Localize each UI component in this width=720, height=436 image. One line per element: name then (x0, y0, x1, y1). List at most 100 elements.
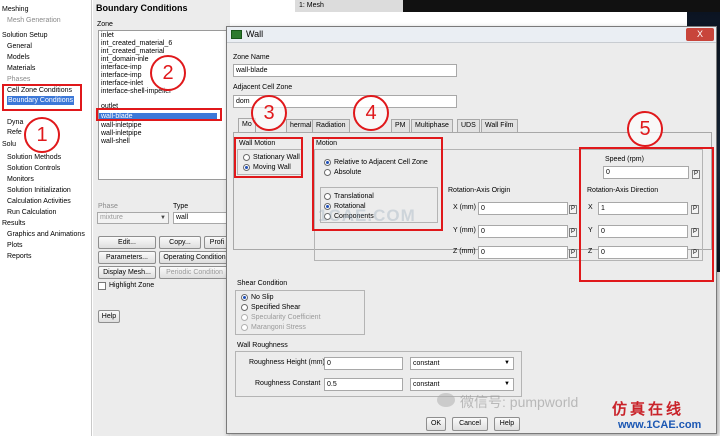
rao-z-field[interactable]: 0 (478, 246, 568, 259)
rao-z-label: Z (mm) (453, 248, 476, 255)
tree-solution-controls[interactable]: Solution Controls (7, 164, 60, 173)
list-item[interactable]: wall-inletpipe (101, 130, 141, 138)
tree-graphics-animations[interactable]: Graphics and Animations (7, 230, 85, 239)
specified-shear-label: Specified Shear (251, 304, 301, 311)
tree-monitors[interactable]: Monitors (7, 175, 34, 184)
tree-reports[interactable]: Reports (7, 252, 32, 261)
tree-results[interactable]: Results (2, 219, 25, 228)
specularity-label: Specularity Coefficient (251, 314, 321, 321)
help-button[interactable]: Help (494, 417, 520, 431)
rao-x-field[interactable]: 0 (478, 202, 568, 215)
help-button[interactable]: Help (98, 310, 120, 323)
phase-value: mixture (100, 214, 123, 221)
mesh-window-tab[interactable]: 1: Mesh (295, 0, 403, 12)
fluent-icon (231, 30, 242, 39)
rotation-axis-origin-label: Rotation-Axis Origin (448, 187, 511, 194)
watermark-center: 1CAE.COM (318, 206, 416, 225)
tree-materials[interactable]: Materials (7, 64, 35, 73)
watermark-brand: 仿真在线 (612, 400, 685, 418)
specified-shear-radio[interactable] (241, 304, 248, 311)
adjacent-cell-zone-label: Adjacent Cell Zone (233, 84, 293, 91)
marangoni-radio[interactable] (241, 324, 248, 331)
type-label: Type (173, 203, 189, 210)
list-item[interactable]: interface-inlet (101, 80, 143, 88)
wechat-icon (437, 393, 455, 407)
tree-meshing[interactable]: Meshing (2, 5, 28, 14)
tree-solution-methods[interactable]: Solution Methods (7, 153, 61, 162)
rao-x-parameter-button[interactable]: P (569, 205, 577, 214)
ok-button[interactable]: OK (426, 417, 446, 431)
list-item[interactable]: int_domain-inle (101, 56, 148, 64)
parameters-button[interactable]: Parameters... (98, 251, 156, 264)
dialog-titlebar[interactable]: Wall X (227, 27, 716, 43)
list-item[interactable]: int_created_material (101, 48, 164, 56)
no-slip-label: No Slip (251, 294, 274, 301)
type-value: wall (176, 214, 189, 221)
tree-models[interactable]: Models (7, 53, 30, 62)
roughness-height-method-value: constant (413, 360, 440, 367)
phase-select[interactable]: mixture ▼ (97, 212, 169, 224)
tree-reference-values[interactable]: Refe (7, 128, 22, 137)
tab-uds[interactable]: UDS (457, 119, 480, 132)
copy-button[interactable]: Copy... (159, 236, 201, 249)
close-button[interactable]: X (686, 28, 714, 41)
annotation-badge-4: 4 (353, 95, 389, 131)
no-slip-radio[interactable] (241, 294, 248, 301)
tree-general[interactable]: General (7, 42, 32, 51)
highlight-zone-checkbox[interactable] (98, 282, 106, 290)
shear-condition-label: Shear Condition (237, 280, 288, 287)
tree-plots[interactable]: Plots (7, 241, 23, 250)
specularity-radio[interactable] (241, 314, 248, 321)
list-item[interactable]: interface-imp (101, 72, 141, 80)
tree-solution-initialization[interactable]: Solution Initialization (7, 186, 71, 195)
chevron-down-icon: ▼ (504, 360, 510, 366)
roughness-constant-method-select[interactable]: constant ▼ (410, 378, 514, 391)
phase-label: Phase (98, 203, 118, 210)
tab-wall-film[interactable]: Wall Film (481, 119, 518, 132)
roughness-constant-method-value: constant (413, 381, 440, 388)
roughness-height-field[interactable]: 0 (324, 357, 403, 370)
chevron-down-icon: ▼ (160, 215, 166, 221)
roughness-height-label: Roughness Height (mm) (249, 359, 325, 366)
tab-radiation[interactable]: Radiation (312, 119, 350, 132)
list-item[interactable]: wall-inletpipe (101, 122, 141, 130)
list-item[interactable]: wall-shell (101, 138, 130, 146)
tab-dpm[interactable]: PM (391, 119, 410, 132)
roughness-height-method-select[interactable]: constant ▼ (410, 357, 514, 370)
tree-run-calculation[interactable]: Run Calculation (7, 208, 56, 217)
dialog-title: Wall (246, 29, 264, 39)
type-select[interactable]: wall (173, 212, 228, 224)
operating-conditions-button[interactable]: Operating Condition (159, 251, 230, 264)
watermark-url: www.1CAE.com (618, 419, 702, 431)
rao-y-parameter-button[interactable]: P (569, 228, 577, 237)
navigation-tree: Meshing Mesh Generation Solution Setup G… (0, 0, 92, 436)
annotation-box-5 (579, 147, 714, 282)
tree-solution-setup[interactable]: Solution Setup (2, 31, 48, 40)
annotation-badge-1: 1 (24, 117, 60, 153)
tree-phases[interactable]: Phases (7, 75, 30, 84)
rao-z-parameter-button[interactable]: P (569, 249, 577, 258)
list-item[interactable]: int_created_material_6 (101, 40, 172, 48)
tree-mesh-generation[interactable]: Mesh Generation (7, 16, 61, 25)
marangoni-label: Marangoni Stress (251, 324, 306, 331)
list-item[interactable]: inlet (101, 32, 114, 40)
zone-label: Zone (97, 21, 113, 28)
zone-name-field[interactable]: wall-blade (233, 64, 457, 77)
periodic-conditions-button[interactable]: Periodic Condition (159, 266, 230, 279)
display-mesh-button[interactable]: Display Mesh... (98, 266, 156, 279)
roughness-constant-label: Roughness Constant (255, 380, 321, 387)
tab-thermal[interactable]: hermal (286, 119, 316, 132)
edit-button[interactable]: Edit... (98, 236, 156, 249)
tree-calculation-activities[interactable]: Calculation Activities (7, 197, 71, 206)
rao-y-field[interactable]: 0 (478, 225, 568, 238)
list-item[interactable]: interface-imp (101, 64, 141, 72)
chevron-down-icon: ▼ (504, 381, 510, 387)
cancel-button[interactable]: Cancel (452, 417, 488, 431)
roughness-constant-field[interactable]: 0.5 (324, 378, 403, 391)
tab-multiphase[interactable]: Multiphase (411, 119, 453, 132)
graphics-window-bar: 1: Mesh (295, 0, 720, 12)
annotation-badge-3: 3 (251, 95, 287, 131)
tree-dynamic-mesh[interactable]: Dyna (7, 118, 23, 127)
panel-title: Boundary Conditions (96, 3, 188, 13)
tree-solution[interactable]: Solu (2, 140, 16, 149)
